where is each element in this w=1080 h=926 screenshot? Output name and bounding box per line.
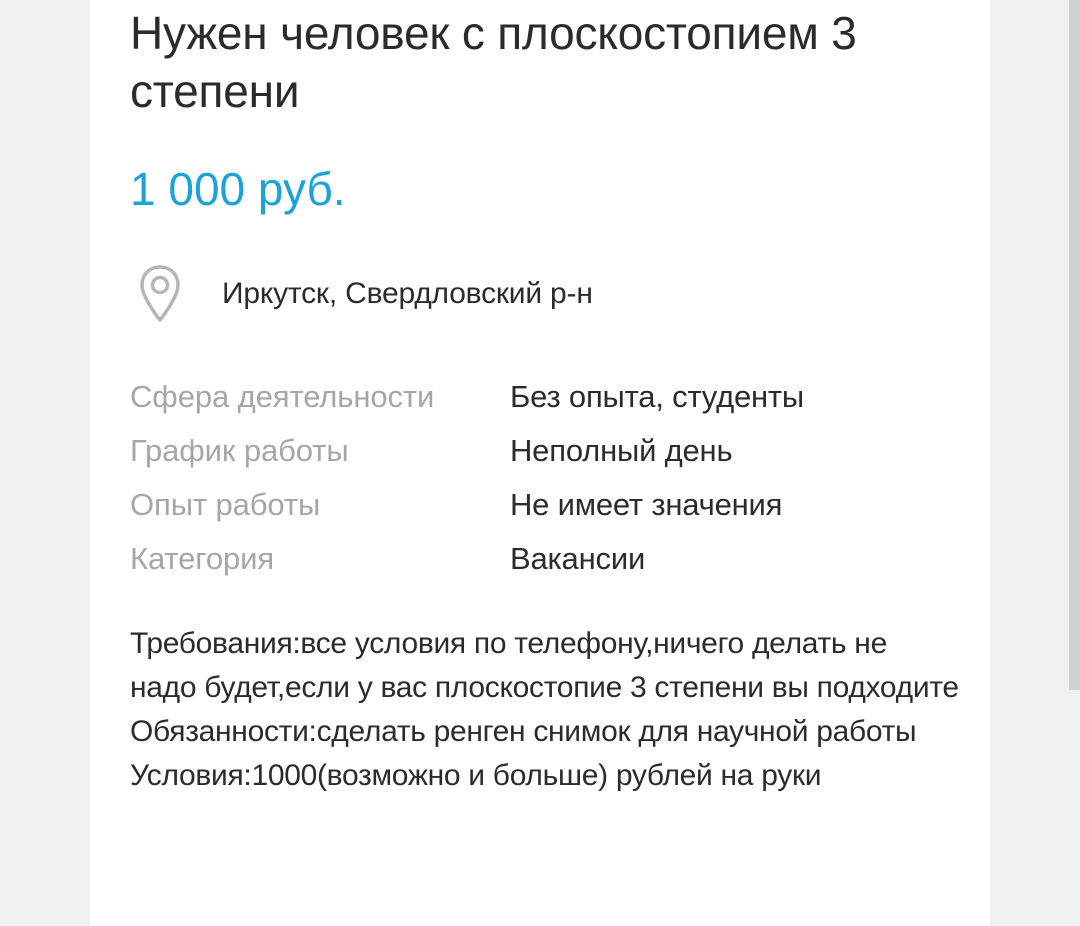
- description-conditions: Условия:1000(возможно и больше) рублей н…: [130, 759, 822, 792]
- detail-row-experience: Опыт работы Не имеет значения: [130, 478, 950, 532]
- detail-label: Сфера деятельности: [130, 379, 435, 414]
- location-text: Иркутск, Свердловский р-н: [222, 277, 593, 310]
- detail-value: Без опыта, студенты: [510, 379, 804, 414]
- details-table: Сфера деятельности Без опыта, студенты Г…: [130, 370, 950, 586]
- listing-price: 1 000 руб.: [130, 163, 346, 215]
- detail-row-field: Сфера деятельности Без опыта, студенты: [130, 370, 950, 424]
- listing-description: Требования:все условия по телефону,ничег…: [130, 622, 960, 798]
- location-pin-icon: [134, 262, 186, 326]
- description-requirements: Требования:все условия по телефону,ничег…: [130, 627, 959, 704]
- scrollbar[interactable]: [1069, 0, 1080, 690]
- listing-title: Нужен человек с плоскостопием 3 степени: [130, 7, 857, 117]
- detail-value: Не имеет значения: [510, 487, 783, 522]
- right-gutter: [990, 0, 1080, 926]
- detail-value: Неполный день: [510, 433, 733, 468]
- left-gutter: [0, 0, 90, 926]
- detail-row-schedule: График работы Неполный день: [130, 424, 950, 478]
- listing-location[interactable]: Иркутск, Свердловский р-н: [134, 262, 593, 326]
- listing-card: Нужен человек с плоскостопием 3 степени …: [90, 0, 990, 926]
- detail-label: Категория: [130, 541, 275, 576]
- detail-value: Вакансии: [510, 541, 646, 576]
- description-duties: Обязанности:сделать ренген снимок для на…: [130, 715, 917, 748]
- detail-label: График работы: [130, 433, 349, 468]
- detail-row-category: Категория Вакансии: [130, 532, 950, 586]
- detail-label: Опыт работы: [130, 487, 321, 522]
